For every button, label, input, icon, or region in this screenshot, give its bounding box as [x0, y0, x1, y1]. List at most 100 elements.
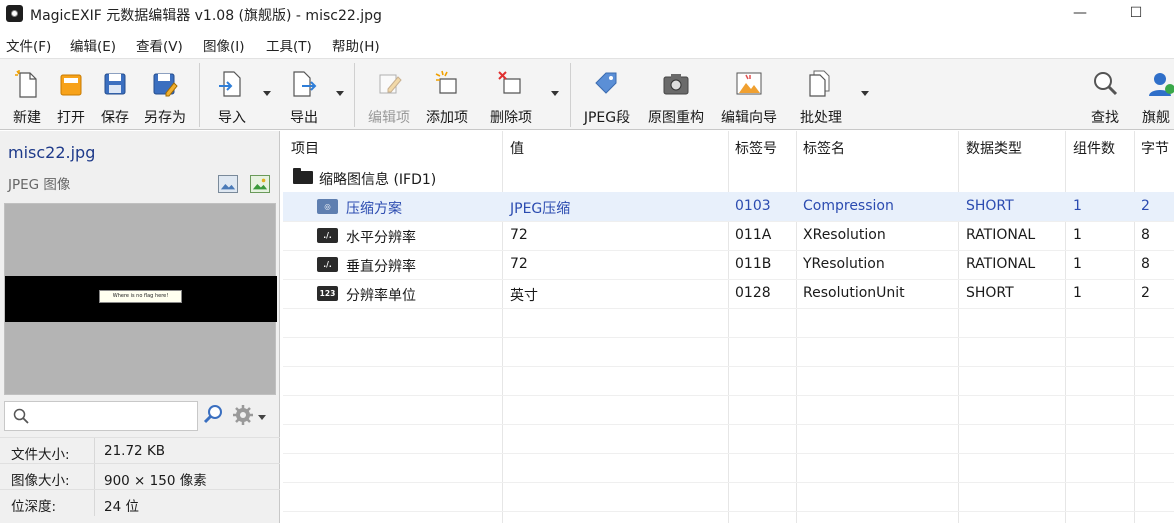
cell-tag: 0103	[735, 198, 771, 214]
rational-icon: ./.	[317, 257, 338, 272]
batch-button[interactable]: 批处理	[792, 65, 850, 126]
save-as-label: 另存为	[144, 110, 186, 126]
save-disk-icon	[104, 73, 126, 95]
column-header-tag[interactable]: 标签号	[735, 131, 777, 163]
maximize-button[interactable]: ☐	[1116, 2, 1156, 26]
save-as-icon	[153, 73, 178, 97]
edit-item-label: 编辑项	[368, 110, 410, 126]
settings-dropdown-arrow[interactable]	[258, 415, 266, 420]
import-label: 导入	[218, 110, 246, 126]
minimize-button[interactable]: —	[1060, 2, 1100, 26]
add-item-button[interactable]: 添加项	[420, 65, 474, 126]
toolbar-separator	[354, 63, 355, 127]
import-dropdown-arrow[interactable]	[263, 91, 271, 96]
batch-dropdown-arrow[interactable]	[861, 91, 869, 96]
property-value: 21.72 KB	[104, 443, 166, 459]
open-label: 打开	[57, 110, 85, 126]
cell-item: 水平分辨率	[346, 230, 416, 246]
cell-value: 英寸	[510, 288, 538, 304]
app-logo-icon	[6, 5, 23, 22]
menu-file[interactable]: 文件(F)	[6, 35, 51, 55]
flagship-button[interactable]: 旗舰	[1138, 65, 1174, 125]
cell-count: 1	[1073, 256, 1082, 272]
rational-icon: ./.	[317, 228, 338, 243]
thumbnail-view-icon[interactable]	[250, 175, 270, 193]
column-header-data-type[interactable]: 数据类型	[966, 131, 1022, 163]
cell-count: 1	[1073, 285, 1082, 301]
column-header-count[interactable]: 组件数	[1073, 131, 1115, 163]
row-divider	[283, 337, 1174, 338]
rebuild-button[interactable]: 原图重构	[642, 65, 710, 126]
cell-item: 分辨率单位	[346, 288, 416, 304]
delete-dropdown-arrow[interactable]	[551, 91, 559, 96]
new-label: 新建	[13, 110, 41, 126]
menu-edit[interactable]: 编辑(E)	[70, 35, 116, 55]
gear-icon[interactable]	[232, 404, 254, 426]
folder-open-icon	[60, 74, 82, 96]
camera-icon	[663, 74, 689, 95]
user-icon	[1149, 73, 1174, 96]
property-key: 位深度:	[11, 499, 57, 515]
menu-tools[interactable]: 工具(T)	[266, 35, 312, 55]
delete-item-label: 删除项	[490, 110, 532, 126]
table-row[interactable]: 123 分辨率单位 英寸 0128 ResolutionUnit SHORT 1…	[283, 279, 1174, 308]
group-row[interactable]: 缩略图信息 (IFD1)	[283, 163, 1174, 192]
cell-tag: 011A	[735, 227, 772, 243]
cell-data-type: SHORT	[966, 198, 1014, 214]
row-divider	[283, 511, 1174, 512]
edit-item-button[interactable]: 编辑项	[362, 65, 416, 126]
rebuild-label: 原图重构	[648, 110, 704, 126]
file-name: misc22.jpg	[8, 143, 96, 162]
cell-bytes: 2	[1141, 198, 1150, 214]
column-header-value[interactable]: 值	[510, 131, 524, 163]
cell-item: 垂直分辨率	[346, 259, 416, 275]
image-view-icon[interactable]	[218, 175, 238, 193]
cell-data-type: SHORT	[966, 285, 1014, 301]
import-button[interactable]: 导入	[208, 65, 256, 126]
search-icon	[13, 408, 29, 424]
wizard-icon	[736, 72, 762, 95]
table-row[interactable]: ./. 水平分辨率 72 011A XResolution RATIONAL 1…	[283, 221, 1174, 250]
property-value: 24 位	[104, 499, 139, 515]
table-row[interactable]: ./. 垂直分辨率 72 011B YResolution RATIONAL 1…	[283, 250, 1174, 279]
import-icon	[219, 71, 241, 97]
edit-item-icon	[379, 74, 402, 94]
property-row: 位深度: 24 位	[0, 489, 280, 516]
new-file-icon	[15, 70, 37, 98]
property-row: 文件大小: 21.72 KB	[0, 437, 280, 464]
cell-count: 1	[1073, 198, 1082, 214]
property-key: 图像大小:	[11, 473, 70, 489]
row-divider	[283, 395, 1174, 396]
toolbar: 新建 打开 保存 另存为 导入 导出 编辑项 添加项 删除项 JPEG段 原图重…	[0, 58, 1174, 130]
metadata-table: 项目 值 标签号 标签名 数据类型 组件数 字节 缩略图信息 (IFD1) ◎ …	[283, 131, 1174, 523]
menu-image[interactable]: 图像(I)	[203, 35, 245, 55]
delete-item-button[interactable]: 删除项	[484, 65, 538, 126]
folder-icon	[293, 168, 313, 184]
toolbar-separator	[570, 63, 571, 127]
cell-tag: 0128	[735, 285, 771, 301]
toolbar-separator	[199, 63, 200, 127]
find-button[interactable]: 查找	[1084, 65, 1126, 126]
wizard-button[interactable]: 编辑向导	[716, 65, 782, 126]
export-button[interactable]: 导出	[280, 65, 328, 126]
column-header-bytes[interactable]: 字节	[1141, 131, 1169, 163]
menu-view[interactable]: 查看(V)	[136, 35, 183, 55]
new-button[interactable]: 新建	[6, 65, 48, 126]
property-divider	[94, 464, 95, 490]
save-button[interactable]: 保存	[94, 65, 136, 126]
zoom-search-icon[interactable]	[203, 404, 225, 426]
table-row[interactable]: ◎ 压缩方案 JPEG压缩 0103 Compression SHORT 1 2	[283, 192, 1174, 221]
search-input[interactable]	[4, 401, 198, 431]
tag-icon	[595, 72, 617, 94]
save-as-button[interactable]: 另存为	[138, 65, 192, 126]
cell-tag: 011B	[735, 256, 772, 272]
row-divider	[283, 308, 1174, 309]
jpeg-segment-button[interactable]: JPEG段	[578, 65, 636, 126]
export-dropdown-arrow[interactable]	[336, 91, 344, 96]
column-header-tag-name[interactable]: 标签名	[803, 131, 845, 163]
compression-icon: ◎	[317, 199, 338, 214]
menu-help[interactable]: 帮助(H)	[332, 35, 380, 55]
open-button[interactable]: 打开	[50, 65, 92, 126]
column-header-item[interactable]: 项目	[291, 131, 319, 163]
flagship-label: 旗舰	[1142, 110, 1170, 125]
